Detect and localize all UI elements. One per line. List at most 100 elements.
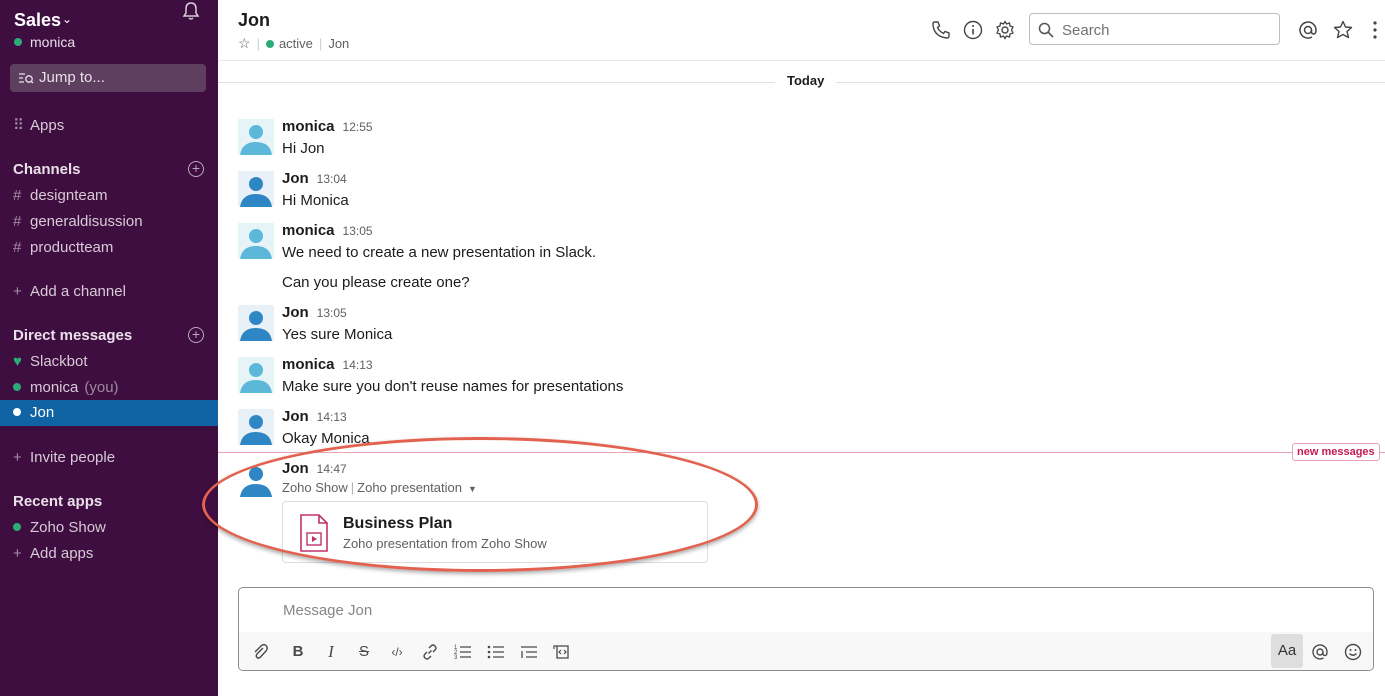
presence-dot bbox=[13, 523, 21, 531]
code-icon[interactable]: ‹/› bbox=[387, 642, 407, 662]
hash-icon: # bbox=[13, 187, 22, 204]
jump-to-button[interactable]: Jump to... bbox=[10, 64, 206, 92]
mention-icon[interactable] bbox=[1310, 642, 1330, 662]
search-box[interactable] bbox=[1029, 13, 1280, 45]
italic-icon[interactable]: I bbox=[321, 642, 341, 662]
search-input[interactable] bbox=[1060, 18, 1274, 42]
formatting-toolbar bbox=[239, 632, 1373, 670]
bell-icon[interactable] bbox=[180, 0, 202, 22]
sidebar-item-monica[interactable]: monica (you) bbox=[13, 377, 119, 399]
workspace-name: Sales bbox=[14, 10, 62, 30]
avatar[interactable] bbox=[238, 119, 274, 155]
message-timestamp[interactable]: 14:13 bbox=[317, 410, 347, 424]
presence-dot bbox=[13, 408, 21, 416]
message-input[interactable] bbox=[281, 598, 1285, 622]
sidebar-item-slackbot[interactable]: ♥ Slackbot bbox=[13, 351, 88, 373]
apps-grid-icon: ⠿ bbox=[13, 117, 24, 134]
presence-dot bbox=[14, 38, 22, 46]
hash-icon: # bbox=[13, 239, 22, 256]
jump-label: Jump to... bbox=[39, 69, 105, 86]
code-block-icon[interactable] bbox=[552, 642, 572, 662]
sidebar-item-zoho-show[interactable]: Zoho Show bbox=[13, 517, 106, 539]
message-text: Can you please create one? bbox=[282, 274, 470, 291]
message-author[interactable]: Jon 13:04 bbox=[282, 170, 347, 187]
add-apps-label: Add apps bbox=[30, 545, 94, 562]
svg-text:3: 3 bbox=[454, 655, 458, 661]
blockquote-icon[interactable] bbox=[519, 642, 539, 662]
direct-messages-header[interactable]: Direct messages bbox=[13, 327, 132, 344]
avatar[interactable] bbox=[238, 223, 274, 259]
more-vertical-icon[interactable] bbox=[1365, 20, 1385, 40]
add-channel-plus-icon[interactable]: + bbox=[188, 161, 204, 177]
add-channel-link[interactable]: + Add a channel bbox=[13, 281, 126, 303]
you-suffix: (you) bbox=[84, 379, 119, 396]
emoji-icon[interactable] bbox=[1343, 642, 1363, 662]
message-timestamp[interactable]: 12:55 bbox=[343, 120, 373, 134]
bulleted-list-icon[interactable] bbox=[486, 642, 506, 662]
channel-header: Jon ☆ | active | Jon bbox=[218, 0, 1385, 61]
message-author[interactable]: monica 14:13 bbox=[282, 356, 373, 373]
avatar[interactable] bbox=[238, 409, 274, 445]
message-author[interactable]: monica 13:05 bbox=[282, 222, 373, 239]
chevron-down-icon: ⌄ bbox=[62, 12, 73, 26]
recent-apps-header: Recent apps bbox=[13, 493, 103, 510]
avatar[interactable] bbox=[238, 171, 274, 207]
sidebar-item-jon[interactable]: Jon bbox=[13, 402, 54, 424]
plus-icon: + bbox=[13, 283, 22, 300]
dm-label: monica bbox=[30, 379, 79, 396]
sidebar-item-apps[interactable]: ⠿ Apps bbox=[13, 115, 64, 137]
mentions-icon[interactable] bbox=[1298, 20, 1318, 40]
dm-label: Slackbot bbox=[30, 353, 88, 370]
message-text: We need to create a new presentation in … bbox=[282, 244, 597, 261]
message-timestamp[interactable]: 13:05 bbox=[343, 224, 373, 238]
conversation-title[interactable]: Jon bbox=[238, 10, 270, 31]
day-divider: Today bbox=[775, 73, 837, 88]
search-icon bbox=[1038, 22, 1054, 38]
avatar[interactable] bbox=[238, 305, 274, 341]
sidebar-item-designteam[interactable]: # designteam bbox=[13, 185, 108, 207]
annotation-highlight-oval bbox=[202, 437, 758, 572]
add-dm-plus-icon[interactable]: + bbox=[188, 327, 204, 343]
phone-icon[interactable] bbox=[931, 20, 951, 40]
app-label: Zoho Show bbox=[30, 519, 106, 536]
add-apps-link[interactable]: + Add apps bbox=[13, 543, 93, 565]
paperclip-icon[interactable] bbox=[250, 642, 270, 662]
message-author[interactable]: monica 12:55 bbox=[282, 118, 373, 135]
message-composer[interactable]: B I S ‹/› 123 Aa bbox=[238, 587, 1374, 671]
apps-label: Apps bbox=[30, 117, 65, 134]
invite-people-link[interactable]: + Invite people bbox=[13, 447, 115, 469]
message-author[interactable]: Jon 14:13 bbox=[282, 408, 347, 425]
message-author[interactable]: Jon 13:05 bbox=[282, 304, 347, 321]
new-messages-badge[interactable]: new messages bbox=[1292, 443, 1380, 461]
message-timestamp[interactable]: 14:13 bbox=[343, 358, 373, 372]
presence-dot bbox=[265, 40, 274, 48]
message-text: Hi Monica bbox=[282, 192, 349, 209]
avatar[interactable] bbox=[238, 357, 274, 393]
ordered-list-icon[interactable]: 123 bbox=[453, 642, 473, 662]
message-text: Hi Jon bbox=[282, 140, 325, 157]
link-icon[interactable] bbox=[420, 642, 440, 662]
plus-icon: + bbox=[13, 449, 22, 466]
workspace-menu[interactable]: Sales ⌄ bbox=[14, 10, 204, 32]
conversation-subtitle: ☆ | active | Jon bbox=[238, 35, 350, 51]
hash-icon: # bbox=[13, 213, 22, 230]
star-icon[interactable]: ☆ bbox=[238, 35, 251, 51]
message-text: Make sure you don't reuse names for pres… bbox=[282, 378, 624, 395]
channels-header[interactable]: Channels bbox=[13, 161, 81, 178]
sidebar-item-generaldisussion[interactable]: # generaldisussion bbox=[13, 211, 143, 233]
info-icon[interactable] bbox=[963, 20, 983, 40]
message-timestamp[interactable]: 13:04 bbox=[317, 172, 347, 186]
gear-icon[interactable] bbox=[995, 20, 1015, 40]
subtitle-name: Jon bbox=[328, 36, 350, 51]
presence-dot bbox=[13, 383, 21, 391]
formatting-toggle-button[interactable]: Aa bbox=[1271, 634, 1303, 668]
sidebar-item-productteam[interactable]: # productteam bbox=[13, 237, 113, 259]
bold-icon[interactable]: B bbox=[288, 642, 308, 662]
add-channel-label: Add a channel bbox=[30, 283, 126, 300]
message-timestamp[interactable]: 13:05 bbox=[317, 306, 347, 320]
channel-label: generaldisussion bbox=[30, 213, 143, 230]
plus-icon: + bbox=[13, 545, 22, 562]
strikethrough-icon[interactable]: S bbox=[354, 642, 374, 662]
starred-items-icon[interactable] bbox=[1333, 20, 1353, 40]
current-user-name: monica bbox=[30, 34, 76, 50]
